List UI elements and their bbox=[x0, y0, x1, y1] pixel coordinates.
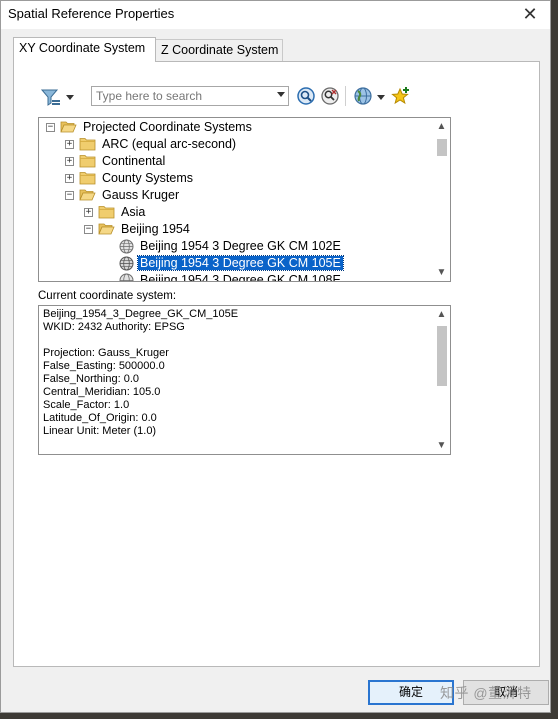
open-folder-icon bbox=[98, 223, 115, 235]
tree-scrollbar[interactable]: ▲ ▼ bbox=[433, 118, 450, 281]
close-button[interactable]: ✕ bbox=[518, 3, 542, 25]
filter-icon[interactable] bbox=[40, 86, 62, 108]
tree-item-continental[interactable]: + Continental bbox=[39, 153, 435, 170]
info-line: False_Northing: 0.0 bbox=[43, 373, 139, 385]
search-box[interactable] bbox=[91, 86, 289, 106]
tree-item-label: Projected Coordinate Systems bbox=[83, 120, 252, 134]
open-folder-icon bbox=[79, 189, 96, 201]
expand-icon[interactable]: + bbox=[65, 140, 74, 149]
expand-icon[interactable]: + bbox=[65, 157, 74, 166]
info-line: Latitude_Of_Origin: 0.0 bbox=[43, 412, 157, 424]
tab-xy-coordinate-system[interactable]: XY Coordinate System bbox=[13, 37, 156, 62]
info-line: Projection: Gauss_Kruger bbox=[43, 347, 169, 359]
collapse-icon[interactable]: − bbox=[84, 225, 93, 234]
info-line: False_Easting: 500000.0 bbox=[43, 360, 165, 372]
open-folder-icon bbox=[60, 121, 77, 133]
tree-item-label: Beijing 1954 3 Degree GK CM 102E bbox=[140, 239, 341, 253]
spatial-reference-dialog: Spatial Reference Properties ✕ XY Coordi… bbox=[0, 0, 551, 713]
tab-label: XY Coordinate System bbox=[19, 41, 146, 55]
watermark: 知乎 @董沂特 bbox=[440, 685, 532, 701]
tree-item-label: Continental bbox=[102, 154, 166, 168]
globe-icon[interactable] bbox=[352, 85, 374, 107]
tree-item-beijing-1954[interactable]: − Beijing 1954 bbox=[39, 221, 435, 238]
current-coordinate-system-details[interactable]: Beijing_1954_3_Degree_GK_CM_105E WKID: 2… bbox=[38, 305, 451, 455]
globe-dropdown-arrow[interactable] bbox=[377, 95, 385, 100]
expand-icon[interactable]: + bbox=[65, 174, 74, 183]
info-line: Central_Meridian: 105.0 bbox=[43, 386, 161, 398]
tab-z-coordinate-system[interactable]: Z Coordinate System bbox=[155, 39, 283, 61]
folder-icon bbox=[98, 206, 115, 219]
tree-item-label: Beijing 1954 3 Degree GK CM 108E bbox=[140, 273, 341, 282]
projection-globe-icon bbox=[119, 256, 134, 271]
tree-item-label: Asia bbox=[121, 205, 146, 219]
tree-item-county-systems[interactable]: + County Systems bbox=[39, 170, 435, 187]
scroll-up-arrow[interactable]: ▲ bbox=[433, 306, 450, 323]
current-coordinate-system-label: Current coordinate system: bbox=[38, 290, 177, 302]
title-bar: Spatial Reference Properties ✕ bbox=[1, 1, 550, 29]
details-scrollbar[interactable]: ▲ ▼ bbox=[433, 306, 450, 454]
info-line: Beijing_1954_3_Degree_GK_CM_105E bbox=[43, 308, 239, 320]
info-line: Scale_Factor: 1.0 bbox=[43, 399, 130, 411]
info-line: WKID: 2432 Authority: EPSG bbox=[43, 321, 185, 333]
chevron-down-icon[interactable] bbox=[277, 92, 285, 97]
search-icon[interactable] bbox=[295, 85, 317, 107]
tree-item-beijing-1954-gk-cm-108e[interactable]: Beijing 1954 3 Degree GK CM 108E bbox=[39, 272, 435, 282]
collapse-icon[interactable]: − bbox=[65, 191, 74, 200]
filter-dropdown-arrow[interactable] bbox=[66, 95, 74, 100]
tree-item-asia[interactable]: + Asia bbox=[39, 204, 435, 221]
tree-item-beijing-1954-gk-cm-102e[interactable]: Beijing 1954 3 Degree GK CM 102E bbox=[39, 238, 435, 255]
collapse-icon[interactable]: − bbox=[46, 123, 55, 132]
tree-item-arc-equal-arc-second[interactable]: + ARC (equal arc-second) bbox=[39, 136, 435, 153]
tree-item-label-selected: Beijing 1954 3 Degree GK CM 105E bbox=[137, 255, 344, 271]
tree-item-beijing-1954-gk-cm-105e[interactable]: Beijing 1954 3 Degree GK CM 105E bbox=[39, 255, 435, 272]
close-icon: ✕ bbox=[522, 4, 538, 24]
projection-globe-icon bbox=[119, 239, 134, 254]
scroll-thumb[interactable] bbox=[437, 326, 447, 386]
clear-search-icon[interactable] bbox=[319, 85, 341, 107]
scroll-down-arrow[interactable]: ▼ bbox=[433, 437, 450, 454]
expand-icon[interactable]: + bbox=[84, 208, 93, 217]
window-title: Spatial Reference Properties bbox=[8, 6, 175, 21]
toolbar-separator bbox=[345, 86, 346, 106]
scroll-up-arrow[interactable]: ▲ bbox=[433, 118, 450, 135]
scroll-thumb[interactable] bbox=[437, 139, 447, 156]
tree-item-label: Beijing 1954 bbox=[121, 222, 190, 236]
folder-icon bbox=[79, 155, 96, 168]
tree-item-label: Gauss Kruger bbox=[102, 188, 180, 202]
add-favorite-icon[interactable] bbox=[390, 85, 412, 107]
tree-item-label: ARC (equal arc-second) bbox=[102, 137, 237, 151]
tree-item-gauss-kruger[interactable]: − Gauss Kruger bbox=[39, 187, 435, 204]
scroll-down-arrow[interactable]: ▼ bbox=[433, 264, 450, 281]
coordinate-system-tree[interactable]: − Projected Coordinate Systems + ARC (eq… bbox=[38, 117, 451, 282]
info-line: Linear Unit: Meter (1.0) bbox=[43, 425, 157, 437]
xy-coordinate-panel: − Projected Coordinate Systems + ARC (eq… bbox=[13, 61, 540, 667]
folder-icon bbox=[79, 138, 96, 151]
tree-item-projected-coordinate-systems[interactable]: − Projected Coordinate Systems bbox=[39, 119, 435, 136]
tab-label: Z Coordinate System bbox=[161, 43, 279, 57]
folder-icon bbox=[79, 172, 96, 185]
projection-globe-icon bbox=[119, 273, 134, 281]
tree-item-label: County Systems bbox=[102, 171, 194, 185]
search-input[interactable] bbox=[93, 88, 269, 104]
